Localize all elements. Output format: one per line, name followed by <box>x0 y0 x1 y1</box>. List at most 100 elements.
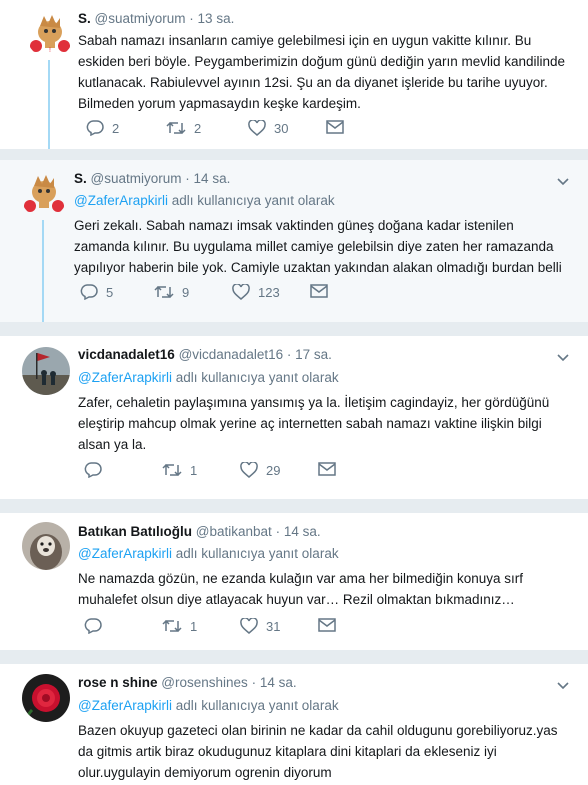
separator-dot: · <box>286 347 292 362</box>
chevron-down-icon[interactable] <box>556 350 570 364</box>
envelope-icon <box>318 618 336 632</box>
reply-context: @ZaferArapkirli adlı kullanıcıya yanıt o… <box>74 193 335 208</box>
tweet-text: Sabah namazı insanların camiye gelebilme… <box>78 33 566 111</box>
retweet-button[interactable]: 2 <box>166 120 201 136</box>
reply-mention-link[interactable]: @ZaferArapkirli <box>78 546 172 561</box>
avatar[interactable] <box>22 674 70 722</box>
user-handle[interactable]: @vicdanadalet16 <box>179 347 284 362</box>
retweet-button[interactable]: 1 <box>162 462 197 478</box>
envelope-icon <box>318 462 336 476</box>
retweet-icon <box>162 463 182 477</box>
timestamp[interactable]: 13 sa. <box>198 11 235 26</box>
like-button[interactable]: 30 <box>248 120 288 136</box>
reply-mention-link[interactable]: @ZaferArapkirli <box>74 193 168 208</box>
reply-icon <box>84 462 102 478</box>
retweet-icon <box>166 121 186 135</box>
retweet-button[interactable]: 9 <box>154 284 189 300</box>
tweet-text: Bazen okuyup gazeteci olan birinin ne ka… <box>78 723 558 780</box>
display-name[interactable]: Batıkan Batılıoğlu <box>78 524 192 539</box>
separator-dot: · <box>275 524 281 539</box>
tweet-text: Geri zekalı. Sabah namazı imsak vaktinde… <box>74 218 562 275</box>
reply-count: 5 <box>106 284 114 300</box>
tweet-header: S. @suatmiyorum · 14 sa. <box>74 171 230 186</box>
dm-button[interactable] <box>318 462 336 476</box>
thread-line <box>48 60 50 149</box>
display-name[interactable]: S. <box>78 11 91 26</box>
reply-mention-link[interactable]: @ZaferArapkirli <box>78 370 172 385</box>
retweet-count: 1 <box>190 462 198 478</box>
tweet-header: rose n shine @rosenshines · 14 sa. <box>78 675 297 690</box>
reply-button[interactable]: 5 <box>80 284 113 300</box>
retweet-count: 9 <box>182 284 190 300</box>
like-button[interactable]: 123 <box>232 284 280 300</box>
reply-context-text: adlı kullanıcıya yanıt olarak <box>167 193 335 208</box>
reply-context: @ZaferArapkirli adlı kullanıcıya yanıt o… <box>78 370 339 385</box>
reply-icon <box>86 120 104 136</box>
chevron-down-icon[interactable] <box>556 174 570 188</box>
tweet-header: Batıkan Batılıoğlu @batikanbat · 14 sa. <box>78 524 321 539</box>
retweet-icon <box>154 285 174 299</box>
heart-icon <box>248 120 266 136</box>
heart-icon <box>232 284 250 300</box>
like-count: 30 <box>274 120 289 136</box>
avatar[interactable] <box>20 170 68 218</box>
timestamp[interactable]: 14 sa. <box>284 524 321 539</box>
user-handle[interactable]: @suatmiyorum <box>95 11 186 26</box>
like-count: 29 <box>266 462 281 478</box>
timestamp[interactable]: 17 sa. <box>295 347 332 362</box>
envelope-icon <box>326 120 344 134</box>
separator-dot: · <box>185 171 190 186</box>
like-button[interactable]: 31 <box>240 618 280 634</box>
svg-text:!: ! <box>49 47 51 54</box>
retweet-count: 1 <box>190 618 198 634</box>
display-name[interactable]: S. <box>74 171 87 186</box>
envelope-icon <box>310 284 328 298</box>
tweet-1[interactable]: ! S. @suatmiyorum · 13 sa. Sabah namazı … <box>0 0 588 149</box>
thread-line <box>42 220 44 322</box>
dm-button[interactable] <box>318 618 336 632</box>
retweet-count: 2 <box>194 120 202 136</box>
timestamp[interactable]: 14 sa. <box>194 171 231 186</box>
separator-dot: · <box>189 11 194 26</box>
dm-button[interactable] <box>326 120 344 134</box>
display-name[interactable]: vicdanadalet16 <box>78 347 175 362</box>
avatar[interactable] <box>22 522 70 570</box>
dm-button[interactable] <box>310 284 328 298</box>
reply-icon <box>84 618 102 634</box>
chevron-down-icon[interactable] <box>556 678 570 692</box>
avatar[interactable]: ! <box>26 10 74 58</box>
tweet-header: S. @suatmiyorum · 13 sa. <box>78 11 234 26</box>
reply-context: @ZaferArapkirli adlı kullanıcıya yanıt o… <box>78 698 339 713</box>
tweet-5[interactable]: rose n shine @rosenshines · 14 sa. @Zafe… <box>0 664 588 785</box>
timestamp[interactable]: 14 sa. <box>260 675 297 690</box>
reply-context-text: adlı kullanıcıya yanıt olarak <box>171 546 339 561</box>
avatar[interactable] <box>22 347 70 395</box>
reply-mention-link[interactable]: @ZaferArapkirli <box>78 698 172 713</box>
reply-context-text: adlı kullanıcıya yanıt olarak <box>171 370 339 385</box>
tweet-header: vicdanadalet16 @vicdanadalet16 · 17 sa. <box>78 347 332 362</box>
like-button[interactable]: 29 <box>240 462 280 478</box>
reply-count: 2 <box>112 120 120 136</box>
reply-icon <box>80 284 98 300</box>
user-handle[interactable]: @suatmiyorum <box>91 171 182 186</box>
display-name[interactable]: rose n shine <box>78 675 158 690</box>
reply-context-text: adlı kullanıcıya yanıt olarak <box>171 698 339 713</box>
tweet-2[interactable]: S. @suatmiyorum · 14 sa. @ZaferArapkirli… <box>0 160 588 322</box>
user-handle[interactable]: @rosenshines <box>161 675 248 690</box>
tweet-4[interactable]: Batıkan Batılıoğlu @batikanbat · 14 sa. … <box>0 513 588 650</box>
reply-button[interactable]: 2 <box>86 120 119 136</box>
reply-button[interactable] <box>84 618 110 634</box>
user-handle[interactable]: @batikanbat <box>196 524 272 539</box>
like-count: 123 <box>258 284 280 300</box>
retweet-button[interactable]: 1 <box>162 618 197 634</box>
reply-button[interactable] <box>84 462 110 478</box>
separator-dot: · <box>251 675 257 690</box>
heart-icon <box>240 618 258 634</box>
tweet-text: Ne namazda gözün, ne ezanda kulağın var … <box>78 571 524 607</box>
tweet-3[interactable]: vicdanadalet16 @vicdanadalet16 · 17 sa. … <box>0 336 588 499</box>
reply-context: @ZaferArapkirli adlı kullanıcıya yanıt o… <box>78 546 339 561</box>
like-count: 31 <box>266 618 281 634</box>
retweet-icon <box>162 619 182 633</box>
heart-icon <box>240 462 258 478</box>
tweet-text: Zafer, cehaletin paylaşımına yansımış ya… <box>78 395 550 452</box>
